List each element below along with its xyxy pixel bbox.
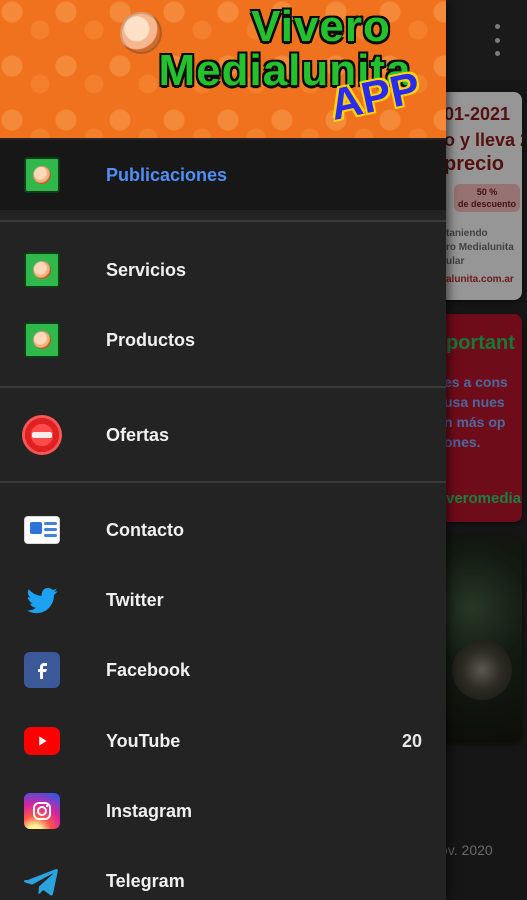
twitter-icon xyxy=(24,582,60,618)
telegram-icon xyxy=(24,863,60,899)
drawer-item-contacto[interactable]: Contacto xyxy=(0,495,446,565)
productos-icon xyxy=(24,322,60,358)
drawer-item-youtube[interactable]: YouTube 20 xyxy=(0,706,446,776)
discount-badge: 50 % de descuento xyxy=(454,184,520,212)
promo-card-text-line: o y lleva 2 xyxy=(444,130,522,150)
drawer-item-label: Servicios xyxy=(106,260,187,280)
important-card-body: es a cons usa nues n más op ones. xyxy=(444,372,508,452)
publicaciones-icon xyxy=(24,157,60,193)
drawer-item-productos[interactable]: Productos xyxy=(0,305,446,375)
overflow-menu-icon[interactable] xyxy=(489,24,505,56)
promo-card-small-text: ular xyxy=(446,256,465,267)
drawer-item-label: Twitter xyxy=(106,590,164,610)
important-card-footer: veromedial xyxy=(446,490,522,507)
plant-photo-card[interactable] xyxy=(440,536,522,742)
drawer-item-publicaciones[interactable]: Publicaciones xyxy=(0,140,446,210)
instagram-icon xyxy=(24,793,60,829)
drawer-item-facebook[interactable]: Facebook xyxy=(0,635,446,705)
drawer-item-ofertas[interactable]: Ofertas xyxy=(0,400,446,470)
promo-card-website: alunita.com.ar xyxy=(446,274,514,285)
drawer-item-label: Publicaciones xyxy=(106,165,228,185)
post-date-text: ov. 2020 xyxy=(440,842,493,858)
plant-photo xyxy=(452,640,512,700)
drawer-item-telegram[interactable]: Telegram xyxy=(0,846,446,900)
discount-percent: 50 % xyxy=(476,187,498,197)
drawer-divider xyxy=(0,481,446,483)
drawer-divider xyxy=(0,220,446,222)
promo-card-text-line: precio xyxy=(444,153,505,175)
promo-card-discount[interactable]: 01-2021 o y lleva 2 precio 50 % de descu… xyxy=(440,92,522,300)
youtube-icon xyxy=(24,723,60,759)
drawer-item-label: Contacto xyxy=(106,520,184,540)
facebook-icon xyxy=(24,652,60,688)
drawer-item-label: YouTube xyxy=(106,731,181,751)
important-card-title: portant xyxy=(446,332,515,354)
ofertas-icon xyxy=(24,417,60,453)
drawer-item-label: Ofertas xyxy=(106,425,170,445)
promo-card-small-text: taniendo xyxy=(446,228,488,239)
drawer-divider xyxy=(0,386,446,388)
drawer-item-servicios[interactable]: Servicios xyxy=(0,235,446,305)
drawer-item-label: Productos xyxy=(106,330,196,350)
important-card-line: n más op xyxy=(444,414,506,430)
drawer-item-label: Telegram xyxy=(106,871,185,891)
youtube-count-badge: 20 xyxy=(401,731,422,751)
navigation-drawer: Vivero Medialunita APP Publicaciones Ser… xyxy=(0,0,446,900)
important-card-line: usa nues xyxy=(444,394,505,410)
drawer-item-label: Facebook xyxy=(106,660,191,680)
drawer-item-label: Instagram xyxy=(106,801,193,821)
promo-card-important[interactable]: portant es a cons usa nues n más op ones… xyxy=(440,314,522,522)
app-screen: 01-2021 o y lleva 2 precio 50 % de descu… xyxy=(0,0,527,900)
promo-card-text-line: 01-2021 xyxy=(444,104,511,124)
servicios-icon xyxy=(24,252,60,288)
drawer-item-twitter[interactable]: Twitter xyxy=(0,565,446,635)
promo-card-small-text: ro Medialunita xyxy=(446,242,514,253)
discount-label: de descuento xyxy=(457,199,516,209)
important-card-line: ones. xyxy=(444,434,481,450)
important-card-line: es a cons xyxy=(444,374,508,390)
drawer-header: Vivero Medialunita APP xyxy=(0,0,446,138)
contacto-icon xyxy=(24,512,60,548)
drawer-item-instagram[interactable]: Instagram xyxy=(0,776,446,846)
